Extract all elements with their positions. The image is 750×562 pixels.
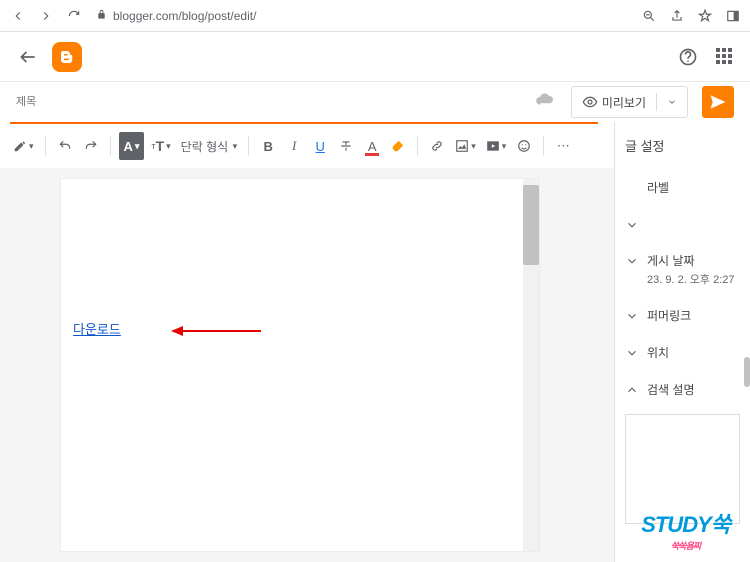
editor-toolbar: ▾ A ▾ ᴛT ▾ 단락 형식 ▾ B I U A ▾ — [0, 124, 614, 168]
cloud-saved-icon — [535, 92, 555, 113]
post-settings-sidebar: 글 설정 라벨 게시 날짜 23. 9. 2. 오후 2:27 퍼머링크 위치 … — [615, 122, 750, 562]
underline-button[interactable]: U — [309, 132, 331, 160]
app-header — [0, 32, 750, 82]
blogger-logo[interactable] — [52, 42, 82, 72]
url-bar[interactable]: blogger.com/blog/post/edit/ — [92, 4, 632, 28]
bold-button[interactable]: B — [257, 132, 279, 160]
italic-button[interactable]: I — [283, 132, 305, 160]
compose-mode-button[interactable]: ▾ — [10, 132, 37, 160]
sidepanel-icon[interactable] — [724, 7, 742, 25]
browser-back[interactable] — [8, 6, 28, 26]
sidebar-item-search-desc[interactable]: 검색 설명 — [625, 371, 740, 408]
eye-icon — [582, 94, 598, 110]
sidebar-item-labels[interactable]: 라벨 — [625, 169, 740, 206]
main-area: ▾ A ▾ ᴛT ▾ 단락 형식 ▾ B I U A ▾ — [0, 122, 750, 562]
image-button[interactable]: ▾ — [452, 132, 479, 160]
chevron-down-icon: ▾ — [166, 141, 171, 152]
browser-forward[interactable] — [36, 6, 56, 26]
editor-column: ▾ A ▾ ᴛT ▾ 단락 형식 ▾ B I U A ▾ — [0, 122, 615, 562]
apps-grid-icon[interactable] — [716, 48, 734, 66]
title-bar: 미리보기 — [0, 82, 750, 122]
preview-label: 미리보기 — [602, 94, 646, 111]
chevron-down-icon: ▾ — [502, 141, 507, 152]
editor-page[interactable]: 다운로드 — [60, 178, 540, 552]
browser-actions — [640, 7, 742, 25]
browser-chrome: blogger.com/blog/post/edit/ — [0, 0, 750, 32]
paragraph-format-button[interactable]: 단락 형식 ▾ — [178, 132, 241, 160]
undo-button[interactable] — [54, 132, 76, 160]
chevron-down-icon — [625, 254, 639, 268]
font-size-button[interactable]: ᴛT ▾ — [148, 132, 173, 160]
chevron-down-icon: ▾ — [471, 141, 476, 152]
zoom-icon[interactable] — [640, 7, 658, 25]
chevron-down-icon — [625, 346, 639, 360]
watermark: STUDY쑥 쑥쑥욤찌 — [641, 507, 730, 552]
more-button[interactable]: ⋯ — [552, 132, 574, 160]
highlight-button[interactable] — [387, 132, 409, 160]
browser-reload[interactable] — [64, 6, 84, 26]
scrollbar-thumb[interactable] — [523, 185, 539, 265]
page-scrollbar[interactable] — [523, 179, 539, 551]
sidebar-item-location[interactable]: 위치 — [625, 334, 740, 371]
back-button[interactable] — [16, 45, 40, 69]
sidebar-item-labels-expand[interactable] — [625, 206, 740, 242]
chevron-up-icon — [625, 383, 639, 397]
annotation-arrow — [171, 323, 261, 339]
video-button[interactable]: ▾ — [483, 132, 510, 160]
redo-button[interactable] — [80, 132, 102, 160]
star-icon[interactable] — [696, 7, 714, 25]
chevron-down-icon: ▾ — [135, 141, 140, 152]
download-link[interactable]: 다운로드 — [73, 322, 121, 337]
link-button[interactable] — [426, 132, 448, 160]
url-text: blogger.com/blog/post/edit/ — [113, 9, 256, 23]
sidebar-item-permalink[interactable]: 퍼머링크 — [625, 297, 740, 334]
chevron-down-icon: ▾ — [230, 141, 237, 152]
font-family-button[interactable]: A ▾ — [119, 132, 145, 160]
preview-button[interactable]: 미리보기 — [571, 86, 688, 118]
lock-icon — [96, 9, 107, 23]
sidebar-title: 글 설정 — [625, 136, 740, 155]
strikethrough-button[interactable] — [335, 132, 357, 160]
sidebar-item-post-date[interactable]: 게시 날짜 23. 9. 2. 오후 2:27 — [625, 242, 740, 297]
chevron-down-icon — [625, 218, 639, 232]
chevron-down-icon: ▾ — [29, 141, 34, 152]
chevron-down-icon — [667, 97, 677, 107]
sidebar-scrollbar-thumb[interactable] — [744, 357, 750, 387]
publish-button[interactable] — [702, 86, 734, 118]
post-title-input[interactable] — [16, 96, 527, 108]
help-icon[interactable] — [676, 45, 700, 69]
emoji-button[interactable] — [513, 132, 535, 160]
editor-canvas: 다운로드 — [0, 168, 614, 562]
text-color-button[interactable]: A — [361, 132, 383, 160]
chevron-down-icon — [625, 309, 639, 323]
share-icon[interactable] — [668, 7, 686, 25]
send-icon — [709, 93, 727, 111]
